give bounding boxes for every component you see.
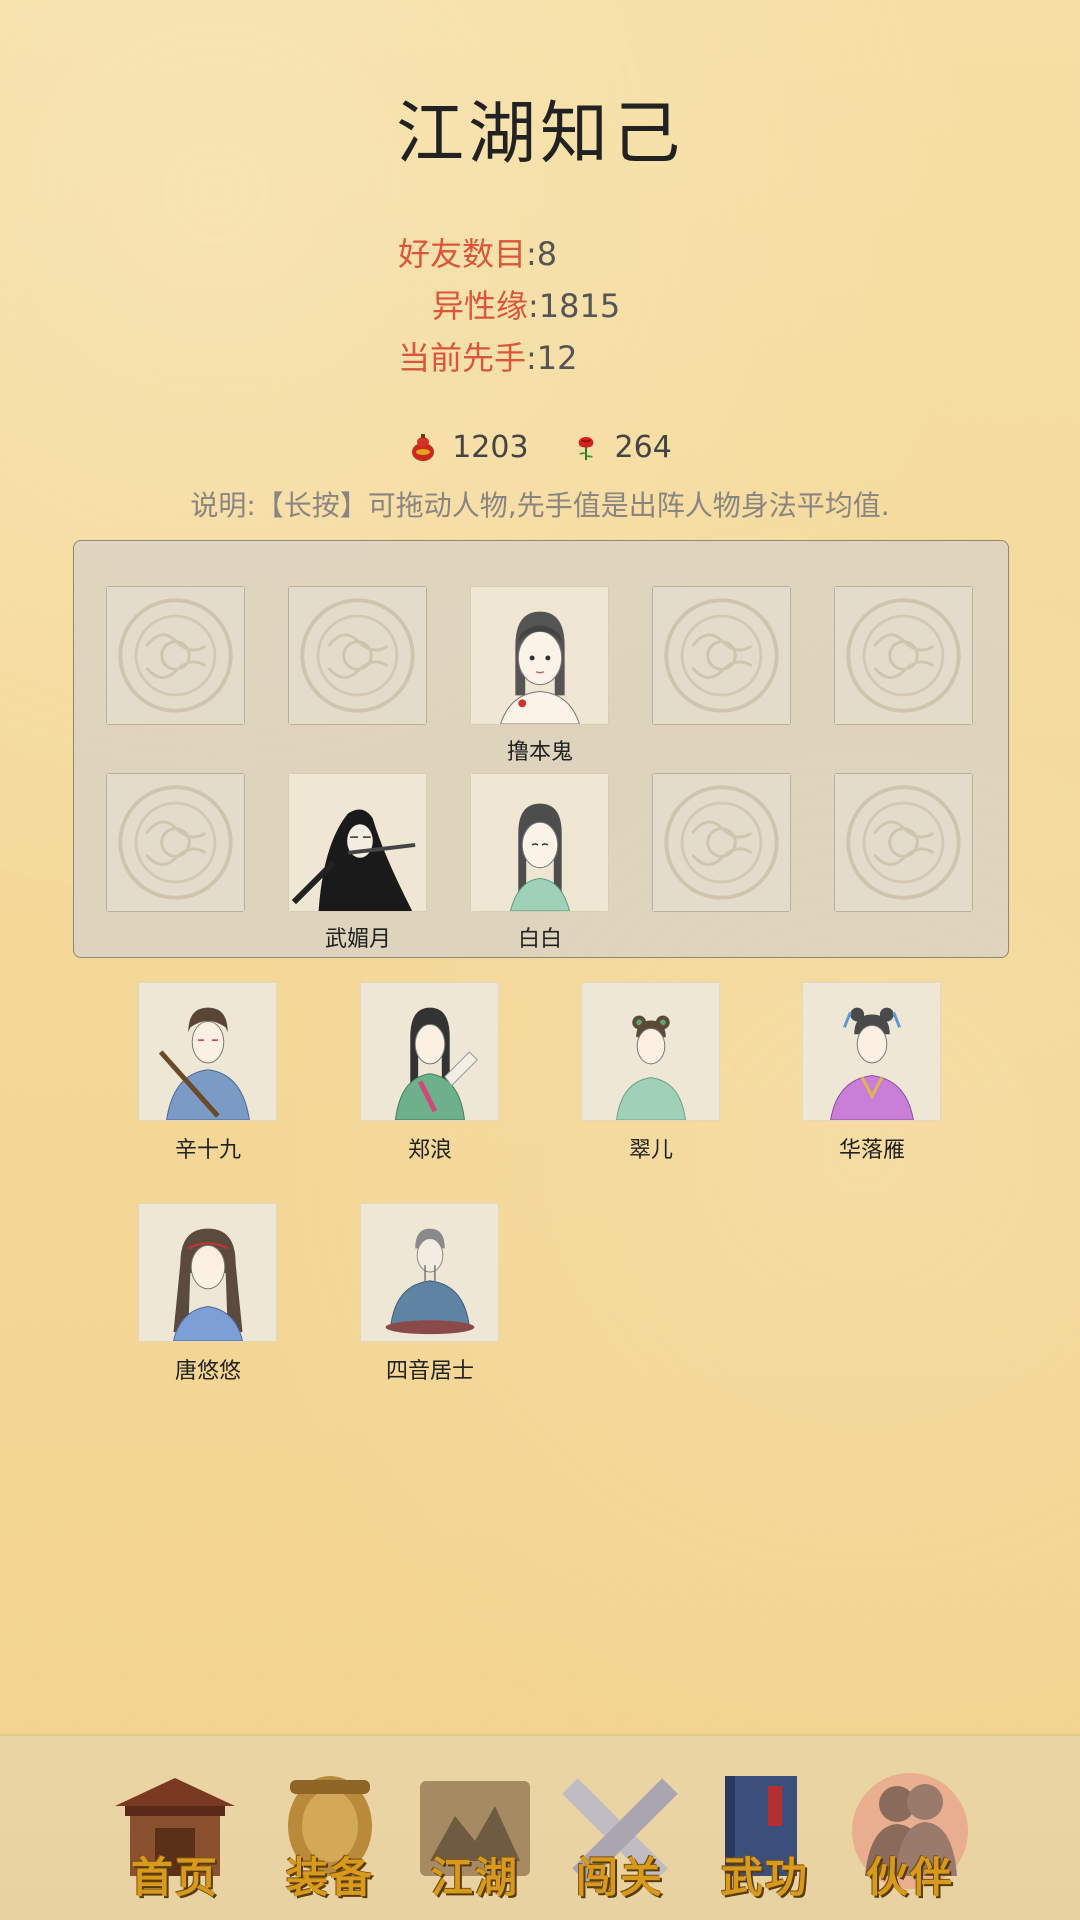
friends-count: 好友数目:8 [398,234,557,274]
character-portrait-icon [582,983,719,1120]
nav-equipment-label: 装备 [285,1853,374,1902]
friend-card[interactable] [138,1203,277,1342]
formation-slot-filled[interactable] [470,586,609,725]
empty-slot-emblem-icon [107,587,244,724]
currency-bar: 1203 264 [0,430,1080,465]
empty-slot-emblem-icon [835,587,972,724]
friend-card[interactable] [802,982,941,1121]
nav-equipment-button[interactable]: 装备 [265,1766,395,1902]
friend-name: 郑浪 [407,1138,452,1163]
character-portrait-icon [139,983,276,1120]
formation-slot-empty[interactable] [288,586,427,725]
character-portrait-icon [289,774,426,911]
friend-name: 辛十九 [174,1138,241,1163]
empty-slot-emblem-icon [107,774,244,911]
affinity-stat: 异性缘:1815 [432,286,620,326]
gourd-value: 1203 [452,430,529,465]
friend-card[interactable] [360,1203,499,1342]
friend-name: 四音居士 [385,1359,474,1384]
empty-slot-emblem-icon [289,587,426,724]
formation-name: 白白 [517,927,562,952]
formation-slot-empty[interactable] [652,773,791,912]
affinity-label: 异性缘 [432,287,529,325]
initiative-label: 当前先手 [398,339,527,377]
nav-home-label: 首页 [130,1853,219,1902]
instructions-note: 说明:【长按】可拖动人物,先手值是出阵人物身法平均值. [190,489,890,522]
character-portrait-icon [139,1204,276,1341]
empty-slot-emblem-icon [835,774,972,911]
nav-jianghu-button[interactable]: 江湖 [410,1766,540,1902]
rose-value: 264 [614,430,672,465]
nav-martial-arts-button[interactable]: 武功 [700,1766,830,1902]
page-title: 江湖知己 [395,95,684,174]
rose-icon [571,433,601,463]
character-portrait-icon [471,587,608,725]
friend-name: 翠儿 [628,1138,673,1163]
nav-home-button[interactable]: 首页 [110,1766,240,1902]
nav-partners-label: 伙伴 [865,1853,954,1902]
initiative-stat: 当前先手:12 [398,338,578,378]
character-portrait-icon [803,983,940,1120]
empty-slot-emblem-icon [653,587,790,724]
formation-slot-filled[interactable] [470,773,609,912]
initiative-value: :12 [526,339,578,377]
nav-jianghu-label: 江湖 [430,1853,519,1902]
formation-slot-filled[interactable] [288,773,427,912]
friends-count-value: :8 [526,235,558,273]
bottom-nav-bar: 首页 装备 江湖 闯关 武功 伙伴 [0,1734,1080,1920]
formation-slot-empty[interactable] [834,586,973,725]
friend-name: 唐悠悠 [174,1359,241,1384]
nav-martial-arts-label: 武功 [720,1853,809,1902]
affinity-value: :1815 [528,287,621,325]
nav-challenge-label: 闯关 [575,1853,664,1902]
nav-partners-button[interactable]: 伙伴 [845,1766,975,1902]
friends-count-label: 好友数目 [398,235,527,273]
character-portrait-icon [361,983,498,1120]
friend-name: 华落雁 [838,1138,905,1163]
character-portrait-icon [361,1204,498,1341]
nav-challenge-button[interactable]: 闯关 [555,1766,685,1902]
friend-card[interactable] [581,982,720,1121]
formation-name: 武媚月 [324,927,391,952]
gourd-currency: 1203 [408,430,529,465]
formation-slot-empty[interactable] [834,773,973,912]
rose-currency: 264 [571,430,672,465]
formation-slot-empty[interactable] [106,586,245,725]
character-portrait-icon [471,774,608,912]
formation-slot-empty[interactable] [652,586,791,725]
friend-card[interactable] [360,982,499,1121]
red-gourd-icon [408,433,438,463]
formation-slot-empty[interactable] [106,773,245,912]
formation-name: 撸本鬼 [506,740,573,765]
empty-slot-emblem-icon [653,774,790,911]
friend-card[interactable] [138,982,277,1121]
